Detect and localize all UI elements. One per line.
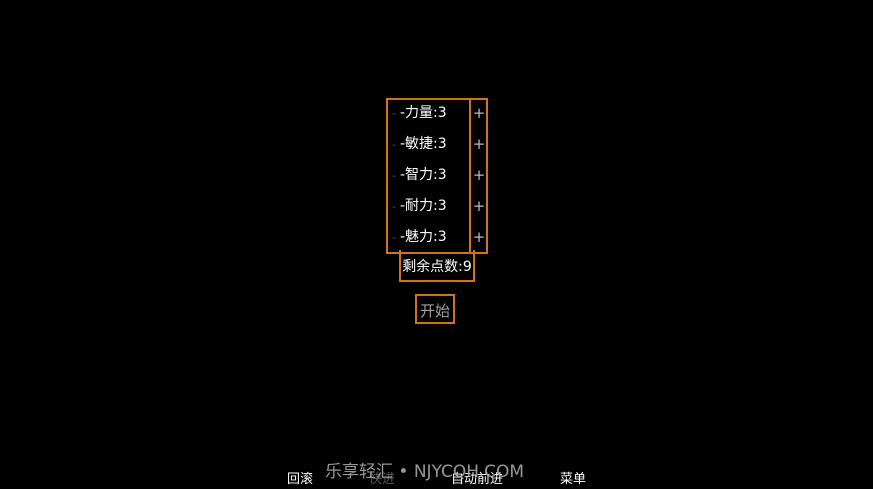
stat-row-strength: - -力量:3 + xyxy=(386,98,488,129)
stat-label-endurance: -耐力:3 xyxy=(400,198,447,214)
stat-label-charm: -魅力:3 xyxy=(400,229,447,245)
stat-label-strength: -力量:3 xyxy=(400,105,447,121)
stat-row-agility: - -敏捷:3 + xyxy=(386,129,488,160)
stat-label-agility: -敏捷:3 xyxy=(400,136,447,152)
stat-row-intelligence: - -智力:3 + xyxy=(386,160,488,191)
stat-row-charm: - -魅力:3 + xyxy=(386,222,488,253)
rollback-button[interactable]: 回滚 xyxy=(287,470,313,489)
stat-label-intelligence: -智力:3 xyxy=(400,167,447,183)
decrease-endurance-button[interactable]: - xyxy=(388,191,400,222)
increase-endurance-button[interactable]: + xyxy=(472,191,486,222)
decrease-charm-button[interactable]: - xyxy=(388,222,400,253)
stat-row-endurance: - -耐力:3 + xyxy=(386,191,488,222)
start-button[interactable]: 开始 xyxy=(415,294,455,324)
stat-panel: - -力量:3 + - -敏捷:3 + - -智力:3 + - -耐力:3 + … xyxy=(386,98,488,254)
decrease-strength-button[interactable]: - xyxy=(388,98,400,129)
decrease-agility-button[interactable]: - xyxy=(388,129,400,160)
watermark: 乐享轻汇 • NJYCQH.COM xyxy=(325,462,525,482)
decrease-intelligence-button[interactable]: - xyxy=(388,160,400,191)
remaining-points: 剩余点数:9 xyxy=(399,250,475,282)
menu-button[interactable]: 菜单 xyxy=(560,470,586,489)
increase-agility-button[interactable]: + xyxy=(472,129,486,160)
increase-strength-button[interactable]: + xyxy=(472,98,486,129)
increase-intelligence-button[interactable]: + xyxy=(472,160,486,191)
increase-charm-button[interactable]: + xyxy=(472,222,486,253)
